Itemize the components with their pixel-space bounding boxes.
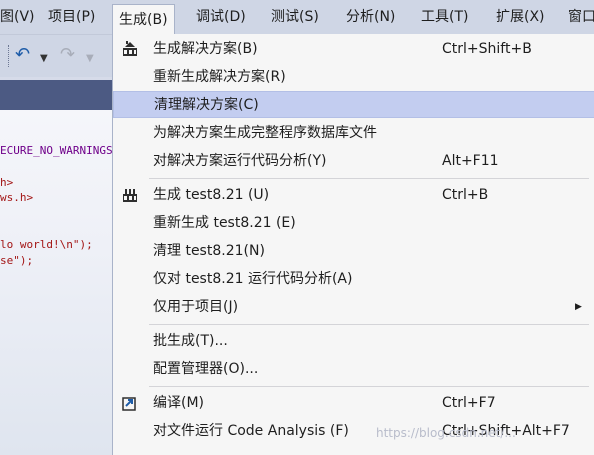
code-line: h> xyxy=(0,176,14,189)
menu-project[interactable]: 项目(P) xyxy=(48,0,95,34)
menu-item-batch-build[interactable]: 批生成(T)... xyxy=(113,328,594,355)
menu-item-label: 仅对 test8.21 运行代码分析(A) xyxy=(153,271,353,287)
redo-dropdown-icon[interactable]: ▼ xyxy=(86,49,94,69)
menu-item-run-code-analysis-file[interactable]: 对文件运行 Code Analysis (F) Ctrl+Shift+Alt+F… xyxy=(113,418,594,445)
menu-item-project-only[interactable]: 仅用于项目(J) ▶ xyxy=(113,294,594,321)
menu-analyze[interactable]: 分析(N) xyxy=(346,0,395,34)
menu-extensions[interactable]: 扩展(X) xyxy=(496,0,545,34)
menu-window[interactable]: 窗口 xyxy=(568,0,594,34)
menu-item-label: 为解决方案生成完整程序数据库文件 xyxy=(153,125,377,141)
menu-separator xyxy=(149,386,589,387)
menu-item-shortcut: Ctrl+Shift+Alt+F7 xyxy=(442,423,570,439)
toolbar-separator xyxy=(8,45,10,67)
build-menu-dropdown: 生成解决方案(B) Ctrl+Shift+B 重新生成解决方案(R) 清理解决方… xyxy=(112,34,594,455)
menu-item-analyze-solution[interactable]: 对解决方案运行代码分析(Y) Alt+F11 xyxy=(113,148,594,175)
menu-item-rebuild-solution[interactable]: 重新生成解决方案(R) xyxy=(113,64,594,91)
menu-separator xyxy=(149,324,589,325)
menu-item-label: 仅用于项目(J) xyxy=(153,299,239,315)
undo-icon[interactable]: ↶ xyxy=(15,45,30,65)
document-tab-bar xyxy=(0,80,112,110)
menu-item-label: 配置管理器(O)... xyxy=(153,361,259,377)
code-line: se"); xyxy=(0,254,34,267)
menu-item-generate-pdb[interactable]: 为解决方案生成完整程序数据库文件 xyxy=(113,120,594,147)
code-line: ECURE_NO_WARNINGS xyxy=(0,144,113,157)
menu-item-shortcut: Alt+F11 xyxy=(442,153,499,169)
submenu-arrow-icon: ▶ xyxy=(575,302,582,312)
menu-separator xyxy=(149,178,589,179)
menu-item-build-project[interactable]: 生成 test8.21 (U) Ctrl+B xyxy=(113,182,594,209)
menu-item-label: 生成 test8.21 (U) xyxy=(153,187,270,203)
menu-item-analyze-project[interactable]: 仅对 test8.21 运行代码分析(A) xyxy=(113,266,594,293)
menu-item-shortcut: Ctrl+F7 xyxy=(442,395,496,411)
menu-item-label: 生成解决方案(B) xyxy=(153,41,258,57)
menu-item-label: 清理 test8.21(N) xyxy=(153,243,265,259)
undo-dropdown-icon[interactable]: ▼ xyxy=(40,49,48,69)
menu-item-compile[interactable]: 编译(M) Ctrl+F7 xyxy=(113,390,594,417)
menu-item-label: 重新生成 test8.21 (E) xyxy=(153,215,296,231)
menu-view[interactable]: 图(V) xyxy=(0,0,35,34)
code-line: ws.h> xyxy=(0,191,34,204)
redo-icon[interactable]: ↷ xyxy=(60,45,75,65)
menu-item-rebuild-project[interactable]: 重新生成 test8.21 (E) xyxy=(113,210,594,237)
menu-item-configuration-manager[interactable]: 配置管理器(O)... xyxy=(113,356,594,383)
menu-tools[interactable]: 工具(T) xyxy=(421,0,468,34)
menu-item-shortcut: Ctrl+B xyxy=(442,187,489,203)
menu-item-clean-solution[interactable]: 清理解决方案(C) xyxy=(113,91,594,118)
menu-item-label: 清理解决方案(C) xyxy=(154,97,259,113)
menu-item-label: 重新生成解决方案(R) xyxy=(153,69,286,85)
menu-debug[interactable]: 调试(D) xyxy=(196,0,246,34)
menu-item-label: 编译(M) xyxy=(153,395,205,411)
menu-test[interactable]: 测试(S) xyxy=(271,0,319,34)
compile-icon xyxy=(122,397,136,411)
code-line: lo world!\n"); xyxy=(0,238,93,251)
menu-item-shortcut: Ctrl+Shift+B xyxy=(442,41,532,57)
code-editor[interactable]: ECURE_NO_WARNINGS h> ws.h> lo world!\n")… xyxy=(0,110,113,455)
build-project-icon xyxy=(123,189,137,202)
menu-item-label: 对解决方案运行代码分析(Y) xyxy=(153,153,327,169)
build-solution-icon xyxy=(123,41,137,56)
menu-bar: 图(V) 项目(P) 生成(B) 调试(D) 测试(S) 分析(N) 工具(T)… xyxy=(0,0,594,35)
menu-item-build-solution[interactable]: 生成解决方案(B) Ctrl+Shift+B xyxy=(113,36,594,63)
menu-item-label: 批生成(T)... xyxy=(153,333,228,349)
menu-build[interactable]: 生成(B) xyxy=(112,4,175,35)
menu-item-clean-project[interactable]: 清理 test8.21(N) xyxy=(113,238,594,265)
menu-item-label: 对文件运行 Code Analysis (F) xyxy=(153,423,349,439)
toolbar: ↶ ▼ ↷ ▼ xyxy=(0,35,112,77)
